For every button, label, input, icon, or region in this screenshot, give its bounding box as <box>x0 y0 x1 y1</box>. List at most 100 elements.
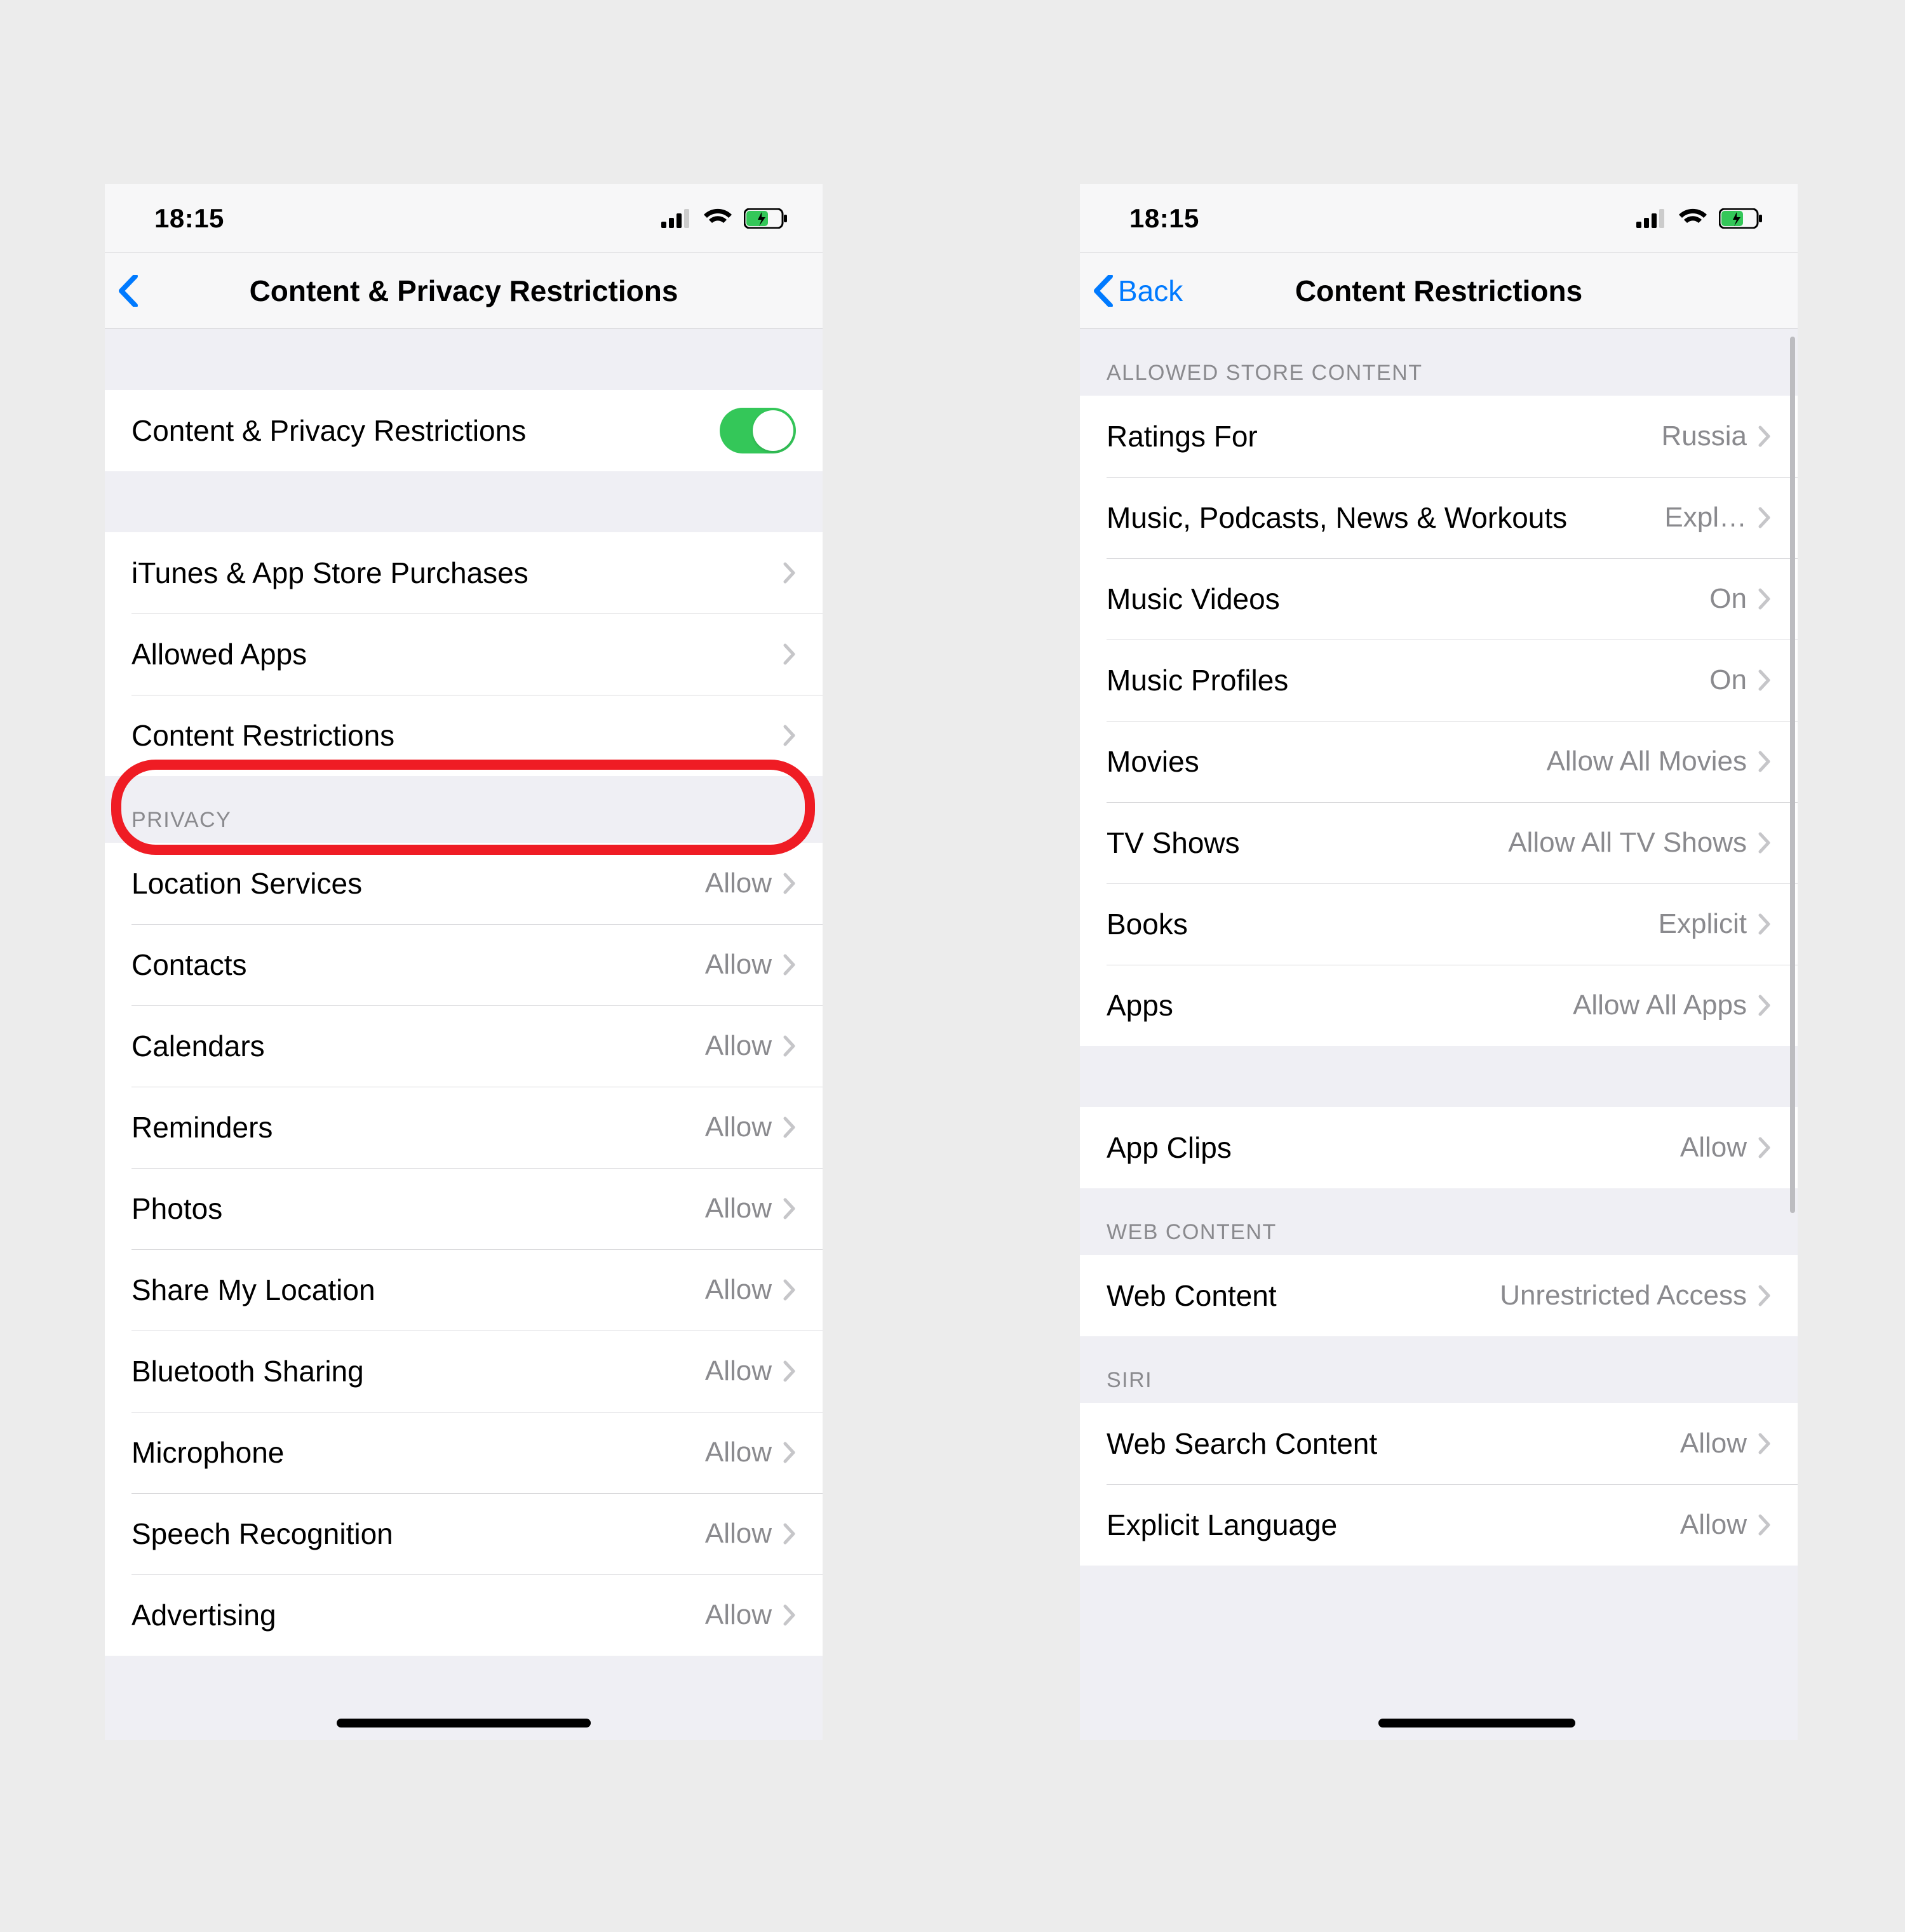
row-label: Content Restrictions <box>131 718 394 753</box>
status-bar: 18:15 <box>1080 184 1798 253</box>
row-label: Music, Podcasts, News & Workouts <box>1107 500 1567 535</box>
row-value: Allow <box>705 1518 783 1550</box>
share-my-location-row[interactable]: Share My LocationAllow <box>105 1249 823 1331</box>
ratings-for-row[interactable]: Ratings ForRussia <box>1080 396 1798 477</box>
chevron-right-icon <box>783 1604 796 1626</box>
row-label: Web Content <box>1107 1278 1277 1313</box>
section-header-web: Web Content <box>1080 1188 1798 1255</box>
reminders-row[interactable]: RemindersAllow <box>105 1087 823 1168</box>
row-label: Ratings For <box>1107 419 1258 453</box>
phone-right: 18:15 Back Content Restrictions Allowed … <box>1080 184 1798 1740</box>
web-search-content-row[interactable]: Web Search Content Allow <box>1080 1403 1798 1484</box>
content-area: Content & Privacy Restrictions iTunes & … <box>105 329 823 1740</box>
row-value: Allow <box>705 1355 783 1387</box>
status-icons <box>1636 208 1763 229</box>
home-indicator <box>1378 1719 1575 1727</box>
section-header-privacy: Privacy <box>105 776 823 843</box>
status-time: 18:15 <box>1129 203 1199 234</box>
row-value: Allow All TV Shows <box>1508 827 1758 859</box>
page-title: Content & Privacy Restrictions <box>105 274 823 308</box>
music-videos-row[interactable]: Music VideosOn <box>1080 558 1798 640</box>
content-restrictions-row[interactable]: Content Restrictions <box>105 695 823 776</box>
chevron-right-icon <box>783 1360 796 1382</box>
chevron-right-icon <box>1758 588 1771 610</box>
content-area: Allowed Store Content Ratings ForRussiaM… <box>1080 329 1798 1740</box>
cellular-icon <box>1636 209 1667 228</box>
music-profiles-row[interactable]: Music ProfilesOn <box>1080 640 1798 721</box>
row-value: Allow <box>705 1193 783 1224</box>
chevron-right-icon <box>1758 1514 1771 1536</box>
tv-shows-row[interactable]: TV ShowsAllow All TV Shows <box>1080 802 1798 883</box>
row-label: Music Videos <box>1107 582 1280 616</box>
advertising-row[interactable]: AdvertisingAllow <box>105 1574 823 1656</box>
chevron-right-icon <box>783 1279 796 1301</box>
wifi-icon <box>703 208 732 229</box>
chevron-right-icon <box>1758 995 1771 1016</box>
explicit-language-row[interactable]: Explicit Language Allow <box>1080 1484 1798 1566</box>
battery-charging-icon <box>744 208 788 229</box>
row-value: Allow <box>1680 1428 1758 1459</box>
toggle-switch[interactable] <box>720 408 796 453</box>
row-value: Allow <box>705 949 783 981</box>
scrollbar-thumb[interactable] <box>1790 337 1795 1213</box>
status-icons <box>661 208 788 229</box>
row-label: Speech Recognition <box>131 1517 393 1551</box>
chevron-right-icon <box>1758 1137 1771 1158</box>
calendars-row[interactable]: CalendarsAllow <box>105 1005 823 1087</box>
row-label: Explicit Language <box>1107 1508 1337 1542</box>
app-clips-row[interactable]: App Clips Allow <box>1080 1107 1798 1188</box>
back-label: Back <box>1118 274 1183 308</box>
row-value: Allow <box>1680 1132 1758 1164</box>
speech-recognition-row[interactable]: Speech Recognition Allow <box>105 1493 823 1574</box>
movies-row[interactable]: MoviesAllow All Movies <box>1080 721 1798 802</box>
itunes-app-store-purchases-row[interactable]: iTunes & App Store Purchases <box>105 532 823 614</box>
status-bar: 18:15 <box>105 184 823 253</box>
toggle-label: Content & Privacy Restrictions <box>131 413 526 448</box>
apps-row[interactable]: Apps Allow All Apps <box>1080 965 1798 1046</box>
chevron-right-icon <box>783 1035 796 1057</box>
battery-charging-icon <box>1719 208 1763 229</box>
chevron-right-icon <box>1758 913 1771 935</box>
chevron-right-icon <box>1758 1433 1771 1454</box>
back-button[interactable] <box>118 275 139 307</box>
phone-left: 18:15 Content & Privacy Restrictions Con… <box>105 184 823 1740</box>
row-value: Expl… <box>1664 502 1758 533</box>
row-label: Bluetooth Sharing <box>131 1354 364 1388</box>
contacts-row[interactable]: ContactsAllow <box>105 924 823 1005</box>
row-label: Apps <box>1107 988 1173 1023</box>
photos-row[interactable]: Photos Allow <box>105 1168 823 1249</box>
content-privacy-restrictions-toggle-row[interactable]: Content & Privacy Restrictions <box>105 390 823 471</box>
row-label: Photos <box>131 1191 222 1226</box>
chevron-right-icon <box>1758 751 1771 772</box>
cellular-icon <box>661 209 692 228</box>
row-value: Unrestricted Access <box>1500 1280 1758 1311</box>
web-content-row[interactable]: Web Content Unrestricted Access <box>1080 1255 1798 1336</box>
row-label: Books <box>1107 907 1188 941</box>
row-value: Allow <box>1680 1509 1758 1541</box>
nav-bar: Content & Privacy Restrictions <box>105 253 823 329</box>
row-label: Web Search Content <box>1107 1426 1377 1461</box>
books-row[interactable]: Books Explicit <box>1080 883 1798 965</box>
row-label: App Clips <box>1107 1130 1232 1165</box>
chevron-right-icon <box>783 1523 796 1545</box>
section-header-siri: Siri <box>1080 1336 1798 1403</box>
row-value: Explicit <box>1659 908 1758 940</box>
chevron-right-icon <box>783 954 796 976</box>
back-button[interactable]: Back <box>1093 274 1183 308</box>
row-label: Calendars <box>131 1029 265 1063</box>
bluetooth-sharing-row[interactable]: Bluetooth Sharing Allow <box>105 1331 823 1412</box>
chevron-left-icon <box>1093 275 1114 307</box>
music-podcasts-news-workouts-row[interactable]: Music, Podcasts, News & Workouts Expl… <box>1080 477 1798 558</box>
chevron-right-icon <box>1758 1285 1771 1306</box>
microphone-row[interactable]: MicrophoneAllow <box>105 1412 823 1493</box>
chevron-right-icon <box>1758 426 1771 447</box>
allowed-apps-row[interactable]: Allowed Apps <box>105 614 823 695</box>
location-services-row[interactable]: Location ServicesAllow <box>105 843 823 924</box>
chevron-right-icon <box>1758 507 1771 528</box>
row-label: Reminders <box>131 1110 273 1144</box>
row-value: Allow All Apps <box>1573 989 1758 1021</box>
chevron-right-icon <box>783 1117 796 1138</box>
row-label: Microphone <box>131 1435 284 1470</box>
row-value: Allow All Movies <box>1547 746 1758 777</box>
page-title: Content Restrictions <box>1080 274 1798 308</box>
